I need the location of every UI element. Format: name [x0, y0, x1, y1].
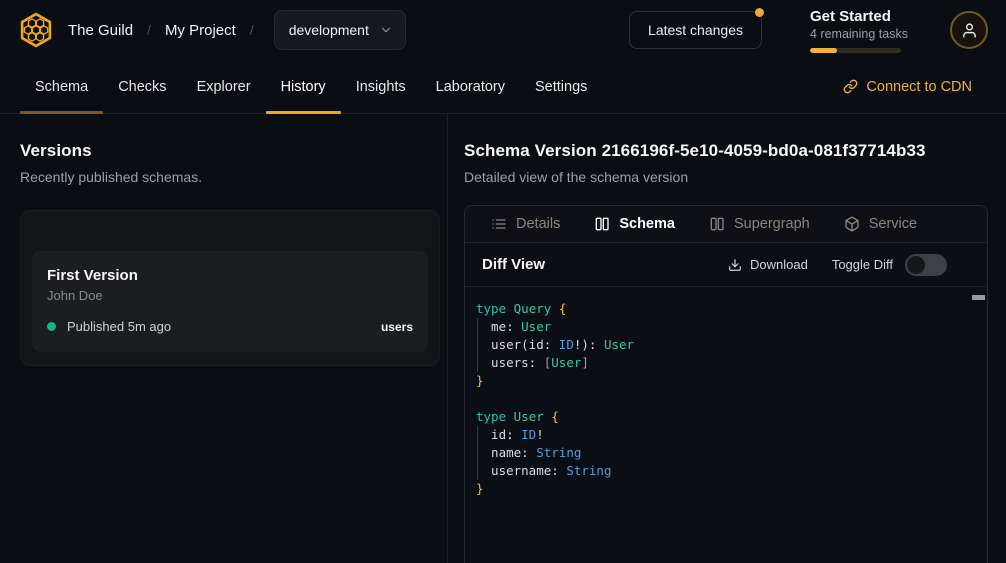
diff-view-actions: Download Toggle Diff [728, 254, 947, 276]
tab-service[interactable]: Service [844, 216, 917, 232]
get-started-subtitle: 4 remaining tasks [810, 27, 902, 41]
toggle-diff-switch[interactable] [905, 254, 947, 276]
diff-view-title: Diff View [482, 256, 545, 273]
tab-insights[interactable]: Insights [341, 60, 421, 113]
versions-subtitle: Recently published schemas. [20, 169, 440, 185]
columns-icon [709, 216, 725, 232]
code-line: type User { [476, 408, 967, 426]
main-content: Versions Recently published schemas. Fir… [0, 114, 1006, 563]
toggle-diff-label: Toggle Diff [832, 257, 893, 272]
cube-icon [844, 216, 860, 232]
code-line [476, 390, 967, 408]
app-header: The Guild / My Project / development Lat… [0, 0, 1006, 60]
tab-explorer[interactable]: Explorer [182, 60, 266, 113]
tab-details[interactable]: Details [491, 216, 560, 232]
get-started-widget[interactable]: Get Started 4 remaining tasks [810, 8, 902, 53]
version-list-item[interactable]: First Version John Doe Published 5m ago … [32, 251, 428, 352]
target-selector-dropdown[interactable]: development [274, 10, 406, 50]
tab-checks[interactable]: Checks [103, 60, 181, 113]
versions-card: First Version John Doe Published 5m ago … [20, 210, 440, 366]
download-button[interactable]: Download [728, 257, 808, 272]
notification-dot [755, 8, 764, 17]
schema-version-pane: Schema Version 2166196f-5e10-4059-bd0a-0… [448, 114, 1006, 563]
schema-version-title: Schema Version 2166196f-5e10-4059-bd0a-0… [464, 141, 988, 161]
link-icon [843, 79, 858, 94]
tab-schema-view[interactable]: Schema [594, 216, 675, 232]
latest-changes-button[interactable]: Latest changes [629, 11, 762, 49]
download-icon [728, 258, 742, 272]
schema-code-editor[interactable]: type Query { me: User user(id: ID!): Use… [465, 287, 987, 563]
tab-schema-view-label: Schema [619, 216, 675, 232]
target-nav: Schema Checks Explorer History Insights … [0, 60, 1006, 114]
version-status: Published 5m ago [67, 319, 171, 334]
versions-title: Versions [20, 141, 440, 161]
published-status-dot [47, 322, 56, 331]
download-label: Download [750, 257, 808, 272]
code-line: name: String [476, 444, 967, 462]
latest-changes-label: Latest changes [648, 22, 743, 38]
tab-schema[interactable]: Schema [20, 60, 103, 113]
scrollbar-thumb[interactable] [972, 295, 985, 300]
columns-icon [594, 216, 610, 232]
get-started-progress-fill [810, 48, 837, 53]
user-icon [961, 22, 978, 39]
tab-supergraph[interactable]: Supergraph [709, 216, 810, 232]
code-line: user(id: ID!): User [476, 336, 967, 354]
code-line: me: User [476, 318, 967, 336]
target-selector-value: development [289, 22, 369, 38]
target-nav-tabs: Schema Checks Explorer History Insights … [20, 60, 602, 113]
tab-supergraph-label: Supergraph [734, 216, 810, 232]
list-icon [491, 216, 507, 232]
hive-logo-icon[interactable] [16, 10, 56, 50]
connect-to-cdn-label: Connect to CDN [866, 79, 972, 95]
breadcrumb-project[interactable]: My Project [165, 22, 236, 39]
connect-to-cdn-button[interactable]: Connect to CDN [843, 60, 972, 113]
diff-view-toolbar: Diff View Download Toggle Diff [465, 243, 987, 287]
breadcrumb-org[interactable]: The Guild [68, 22, 133, 39]
schema-view-tabs: Details Schema Supergraph [465, 206, 987, 243]
user-avatar-button[interactable] [950, 11, 988, 49]
code-line: username: String [476, 462, 967, 480]
breadcrumb-separator: / [250, 22, 254, 38]
version-service-badge: users [381, 320, 413, 334]
switch-knob [907, 256, 925, 274]
tab-details-label: Details [516, 216, 560, 232]
tab-laboratory[interactable]: Laboratory [421, 60, 520, 113]
versions-pane: Versions Recently published schemas. Fir… [0, 114, 447, 563]
code-line: id: ID! [476, 426, 967, 444]
schema-version-panel: Details Schema Supergraph [464, 205, 988, 563]
header-actions: Latest changes Get Started 4 remaining t… [629, 8, 988, 53]
toggle-diff-control: Toggle Diff [832, 254, 947, 276]
code-line: } [476, 372, 967, 390]
breadcrumb: The Guild / My Project / development [68, 10, 406, 50]
code-line: } [476, 480, 967, 498]
version-title: First Version [47, 267, 413, 284]
get-started-title: Get Started [810, 8, 902, 25]
chevron-down-icon [379, 23, 393, 37]
get-started-progress-track [810, 48, 901, 53]
code-line: type Query { [476, 300, 967, 318]
version-author: John Doe [47, 288, 413, 303]
code-line: users: [User] [476, 354, 967, 372]
schema-version-subtitle: Detailed view of the schema version [464, 169, 988, 185]
breadcrumb-separator: / [147, 22, 151, 38]
tab-settings[interactable]: Settings [520, 60, 602, 113]
version-meta-row: Published 5m ago users [47, 319, 413, 334]
tab-history[interactable]: History [266, 60, 341, 113]
tab-service-label: Service [869, 216, 917, 232]
